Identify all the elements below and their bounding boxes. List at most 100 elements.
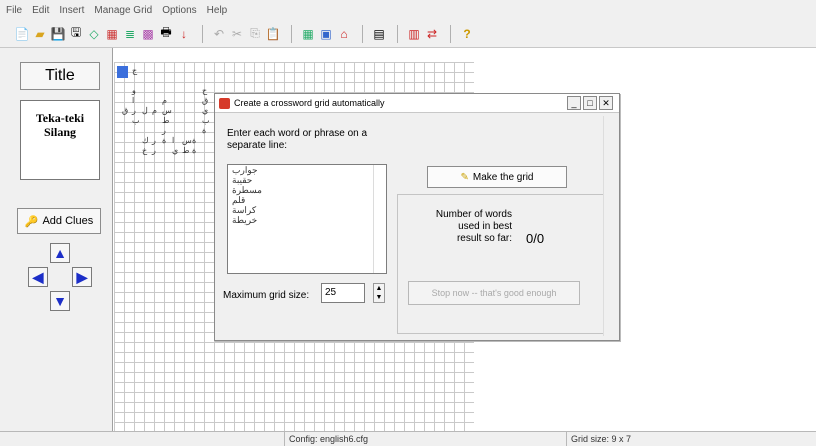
- right-arrow-icon[interactable]: ▶: [72, 267, 92, 287]
- print-icon[interactable]: 🖶: [158, 25, 174, 42]
- result-panel: Number of words used in best result so f…: [397, 194, 607, 334]
- menu-edit[interactable]: Edit: [32, 5, 49, 16]
- help-icon[interactable]: ?: [459, 26, 475, 42]
- open-icon[interactable]: ▰: [32, 26, 48, 42]
- word-entry: مسطرة: [232, 185, 262, 195]
- grid-letter: م: [162, 96, 167, 105]
- status-config: Config: english6.cfg: [284, 432, 549, 446]
- word-entry: خريطة: [232, 215, 258, 225]
- max-grid-spinner[interactable]: ▲ ▼: [373, 283, 385, 303]
- number-label-line-1: Number of words: [435, 209, 512, 220]
- toolbar-separator: [362, 24, 363, 43]
- grid-letter: و: [132, 86, 136, 95]
- toolbar: 📄 ▰ 💾 🖫 ◇ ▦ ≣ ▩ 🖶 ↓ ↶ ✂ ⎘ 📋 ▦ ▣ ⌂ ▤ ▥ ⇄ …: [0, 20, 816, 48]
- toolbar-separator: [397, 24, 398, 43]
- grid-edit-icon[interactable]: ▩: [140, 26, 156, 42]
- grid-letter: ة: [202, 126, 207, 135]
- toolbar-separator: [202, 24, 203, 43]
- undo-icon[interactable]: ↶: [211, 26, 227, 42]
- grid-green-icon[interactable]: ▦: [300, 26, 316, 42]
- word-entry: جوارب: [232, 165, 258, 175]
- close-icon[interactable]: ✕: [599, 96, 613, 110]
- max-grid-label: Maximum grid size:: [223, 290, 310, 301]
- list-icon[interactable]: ≣: [122, 26, 138, 42]
- cut-icon[interactable]: ✂: [229, 26, 245, 42]
- grid-icon[interactable]: ▦: [104, 26, 120, 42]
- add-clues-label: Add Clues: [42, 215, 94, 227]
- grid-letter: ا: [172, 136, 175, 145]
- puzzle-icon[interactable]: ▣: [318, 26, 334, 42]
- left-arrow-icon[interactable]: ◀: [28, 267, 48, 287]
- menu-manage-grid[interactable]: Manage Grid: [94, 5, 152, 16]
- dialog-title: Create a crossword grid automatically: [234, 98, 385, 108]
- window-controls: _ □ ✕: [565, 96, 613, 110]
- save-icon[interactable]: 💾: [50, 26, 66, 42]
- grid-letter: ب: [132, 116, 140, 125]
- textarea-scrollbar[interactable]: [373, 165, 386, 273]
- copy-icon[interactable]: ⎘: [247, 26, 263, 42]
- home-icon[interactable]: ⌂: [336, 26, 352, 42]
- grid-letter: ة: [192, 136, 197, 145]
- title-line-1: Teka-teki: [35, 111, 85, 125]
- grid-letter: ر: [132, 106, 136, 115]
- menu-file[interactable]: File: [6, 5, 22, 16]
- paste-icon[interactable]: 📋: [265, 26, 281, 42]
- status-bar: Config: english6.cfg Grid size: 9 x 7: [0, 431, 816, 446]
- word-entry: كراسة: [232, 205, 257, 215]
- app-icon: [219, 97, 230, 109]
- grid-letter: ا: [132, 96, 135, 105]
- create-grid-dialog: Create a crossword grid automatically _ …: [214, 93, 620, 341]
- status-grid-size: Grid size: 9 x 7: [566, 432, 811, 446]
- menu-options[interactable]: Options: [162, 5, 196, 16]
- grid-letter: ة: [162, 136, 167, 145]
- swap-icon[interactable]: ⇄: [424, 26, 440, 42]
- word-list-textarea[interactable]: جوارب حقيبة مسطرة قلم كراسة خريطة: [227, 164, 387, 274]
- menu-insert[interactable]: Insert: [59, 5, 84, 16]
- table-icon[interactable]: ▤: [371, 26, 387, 42]
- add-clues-button[interactable]: 🔑 Add Clues: [17, 208, 101, 234]
- maximize-icon[interactable]: □: [583, 96, 597, 110]
- book-icon[interactable]: ▥: [406, 26, 422, 42]
- dialog-titlebar[interactable]: Create a crossword grid automatically _ …: [215, 94, 619, 113]
- grid-letter: س: [162, 106, 172, 115]
- number-words-value: 0/0: [526, 231, 545, 246]
- grid-letter: ر: [152, 136, 156, 145]
- title-line-2: Silang: [43, 125, 76, 139]
- key-icon: 🔑: [24, 215, 39, 228]
- down-arrow-icon[interactable]: ▼: [50, 291, 70, 311]
- up-arrow-icon[interactable]: ▲: [50, 243, 70, 263]
- toolbar-separator: [291, 24, 292, 43]
- save-as-icon[interactable]: 🖫: [68, 25, 84, 42]
- grid-letter: ق: [202, 96, 209, 105]
- grid-letter: ب: [202, 116, 210, 125]
- minimize-icon[interactable]: _: [567, 96, 581, 110]
- number-label-line-3: result so far:: [456, 233, 512, 244]
- word-entry: قلم: [232, 195, 246, 205]
- stop-button[interactable]: Stop now -- that's good enough: [408, 281, 580, 305]
- grid-letter: ر: [152, 146, 156, 155]
- toolbar-separator: [450, 24, 451, 43]
- instructions: Enter each word or phrase on a separate …: [227, 128, 367, 152]
- diamond-icon[interactable]: ◇: [86, 26, 102, 42]
- grid-letter: ج: [132, 66, 138, 75]
- pencil-icon: ✎: [460, 171, 469, 183]
- title-button[interactable]: Title: [20, 62, 100, 90]
- new-icon[interactable]: 📄: [14, 26, 30, 42]
- word-entry: حقيبة: [232, 175, 253, 185]
- grid-letter: ي: [202, 106, 209, 115]
- grid-letter: خ: [142, 146, 148, 155]
- down-arrow-icon[interactable]: ↓: [176, 26, 192, 42]
- menu-help[interactable]: Help: [207, 5, 228, 16]
- make-grid-label: Make the grid: [472, 171, 534, 183]
- grid-letter: س: [182, 136, 192, 145]
- dialog-scrollbar[interactable]: [603, 116, 616, 336]
- make-grid-button[interactable]: ✎ Make the grid: [427, 166, 567, 188]
- selected-cell[interactable]: [117, 66, 128, 78]
- grid-letter: ط: [182, 146, 190, 155]
- grid-letter: ح: [202, 86, 208, 95]
- left-panel: Title Teka-teki Silang 🔑 Add Clues ▲ ◀ ▶…: [0, 48, 113, 431]
- grid-letter: ر: [162, 126, 166, 135]
- grid-letter: ة: [192, 146, 197, 155]
- grid-letter: م: [152, 106, 157, 115]
- max-grid-input[interactable]: 25: [321, 283, 365, 303]
